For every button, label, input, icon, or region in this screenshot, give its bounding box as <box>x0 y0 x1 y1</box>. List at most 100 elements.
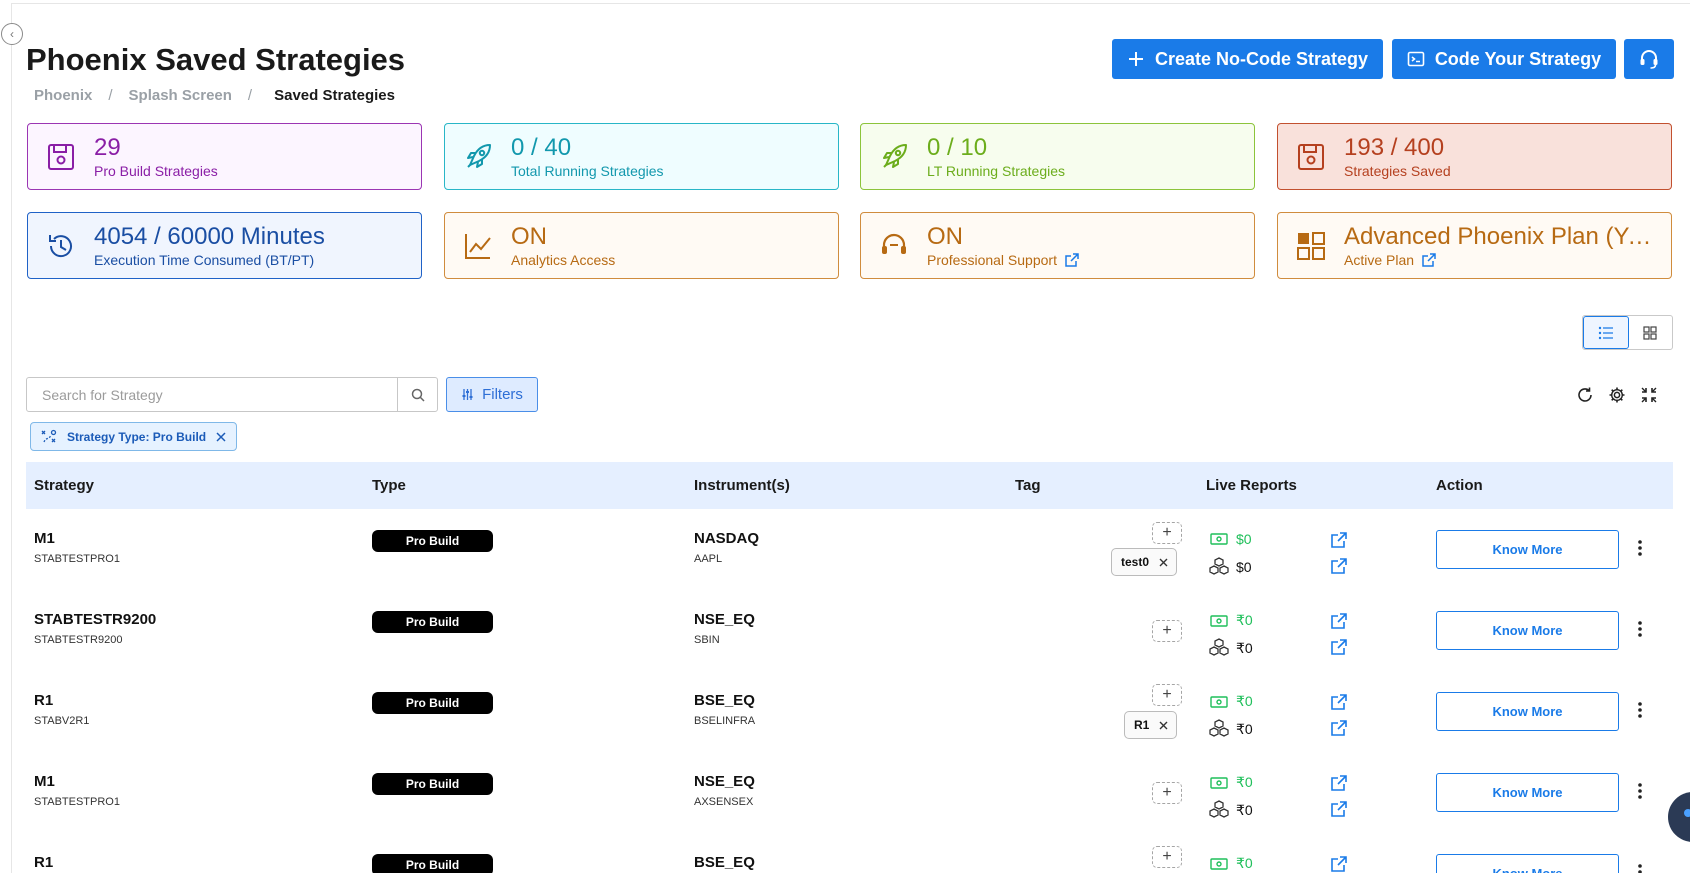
open-live-report-icon[interactable] <box>1331 775 1347 791</box>
more-vertical-icon[interactable] <box>1637 863 1643 873</box>
live-report: $0 <box>1206 531 1252 547</box>
view-toggle <box>1582 315 1673 350</box>
column-header-type[interactable]: Type <box>372 477 406 494</box>
more-vertical-icon[interactable] <box>1637 701 1643 719</box>
tag-label: test0 <box>1121 555 1150 569</box>
create-no-code-strategy-label: Create No-Code Strategy <box>1154 48 1369 69</box>
add-tag-button[interactable]: + <box>1152 684 1182 706</box>
collapse-sidebar-button[interactable]: ‹ <box>1 23 23 45</box>
strategy-code: STABTESTR9200 <box>34 634 123 646</box>
cubes-icon <box>1206 719 1232 739</box>
list-view-button[interactable] <box>1583 316 1629 349</box>
strategy-name[interactable]: R1 <box>34 854 53 871</box>
open-live-report-icon[interactable] <box>1331 613 1347 629</box>
instrument-symbol: AAPL <box>694 553 723 565</box>
remove-tag-close-icon[interactable] <box>1159 558 1168 567</box>
fullscreen-exit-icon[interactable] <box>1640 386 1658 404</box>
instrument-symbol: AXSENSEX <box>694 796 754 808</box>
table-row[interactable]: R1 STABV2R1 Pro Build BSE_EQ BSELINFRA +… <box>26 671 1673 752</box>
plus-icon: + <box>1162 622 1172 639</box>
know-more-button[interactable]: Know More <box>1436 854 1619 873</box>
strategy-code: STABTESTPRO1 <box>34 553 120 565</box>
know-more-button[interactable]: Know More <box>1436 692 1619 731</box>
filters-button[interactable]: Filters <box>446 377 538 412</box>
add-tag-button[interactable]: + <box>1152 620 1182 642</box>
open-report-icon[interactable] <box>1331 720 1347 736</box>
table-tools <box>1576 386 1658 404</box>
table-row[interactable]: R1 Pro Build BSE_EQ + ₹0 Know More <box>26 833 1673 873</box>
search-icon <box>411 388 425 402</box>
plus-icon: + <box>1162 686 1172 703</box>
headset-icon <box>861 231 927 261</box>
live-report: ₹0 <box>1206 855 1253 872</box>
table-row[interactable]: M1 STABTESTPRO1 Pro Build NSE_EQ AXSENSE… <box>26 752 1673 833</box>
page-title: Phoenix Saved Strategies <box>26 42 406 77</box>
table-row[interactable]: STABTESTR9200 STABTESTR9200 Pro Build NS… <box>26 590 1673 671</box>
more-vertical-icon[interactable] <box>1637 539 1643 557</box>
add-tag-button[interactable]: + <box>1152 846 1182 868</box>
sliders-icon <box>462 389 473 400</box>
know-more-button[interactable]: Know More <box>1436 530 1619 569</box>
column-header-tag[interactable]: Tag <box>1015 477 1041 494</box>
remove-filter-close-icon[interactable] <box>216 431 226 442</box>
know-more-button[interactable]: Know More <box>1436 773 1619 812</box>
add-tag-button[interactable]: + <box>1152 522 1182 544</box>
strategy-name[interactable]: R1 <box>34 692 53 709</box>
open-report-icon[interactable] <box>1331 558 1347 574</box>
breadcrumb-splash-screen[interactable]: Splash Screen <box>129 87 232 104</box>
open-report-icon[interactable] <box>1331 801 1347 817</box>
settings-gear-icon[interactable] <box>1608 386 1626 404</box>
breadcrumb-phoenix[interactable]: Phoenix <box>34 87 92 104</box>
strategy-name[interactable]: M1 <box>34 530 55 547</box>
open-live-report-icon[interactable] <box>1331 532 1347 548</box>
type-badge: Pro Build <box>372 611 493 633</box>
type-badge: Pro Build <box>372 854 493 873</box>
live-amount: ₹0 <box>1236 612 1253 628</box>
cash-icon <box>1206 614 1232 627</box>
grid-icon <box>1643 325 1657 340</box>
refresh-icon[interactable] <box>1576 386 1594 404</box>
strategy-name[interactable]: M1 <box>34 773 55 790</box>
cash-icon <box>1206 776 1232 789</box>
create-no-code-strategy-button[interactable]: Create No-Code Strategy <box>1112 39 1383 79</box>
code-your-strategy-button[interactable]: Code Your Strategy <box>1392 39 1616 79</box>
support-button[interactable] <box>1624 39 1674 79</box>
stat-label: Execution Time Consumed (BT/PT) <box>94 251 315 268</box>
plus-icon: + <box>1162 848 1172 865</box>
external-link-icon[interactable] <box>1065 252 1079 267</box>
open-live-report-icon[interactable] <box>1331 694 1347 710</box>
column-header-live-reports[interactable]: Live Reports <box>1206 477 1297 494</box>
history-icon <box>28 230 94 262</box>
stat-label: Pro Build Strategies <box>94 162 218 179</box>
cash-icon <box>1206 857 1232 870</box>
cubes-icon <box>1206 800 1232 820</box>
top-divider <box>11 3 1690 4</box>
external-link-icon[interactable] <box>1422 252 1436 267</box>
other-amount: ₹0 <box>1236 639 1253 656</box>
grid-view-button[interactable] <box>1629 316 1673 349</box>
know-more-button[interactable]: Know More <box>1436 611 1619 650</box>
other-amount: ₹0 <box>1236 720 1253 737</box>
open-report-icon[interactable] <box>1331 639 1347 655</box>
chevron-left-icon: ‹ <box>10 27 14 41</box>
strategy-name[interactable]: STABTESTR9200 <box>34 611 156 628</box>
list-icon <box>1598 326 1613 339</box>
table-row[interactable]: M1 STABTESTPRO1 Pro Build NASDAQ AAPL + … <box>26 509 1673 590</box>
active-filter-label: Strategy Type: Pro Build <box>67 429 207 444</box>
column-header-action[interactable]: Action <box>1436 477 1483 494</box>
stat-value: Advanced Phoenix Plan (Yearly) <box>1344 223 1664 250</box>
add-tag-button[interactable]: + <box>1152 782 1182 804</box>
search-input[interactable] <box>26 377 398 412</box>
remove-tag-close-icon[interactable] <box>1159 721 1168 730</box>
open-live-report-icon[interactable] <box>1331 856 1347 872</box>
search-button[interactable] <box>397 377 438 412</box>
more-vertical-icon[interactable] <box>1637 620 1643 638</box>
type-badge: Pro Build <box>372 692 493 714</box>
column-header-strategy[interactable]: Strategy <box>34 477 94 494</box>
more-vertical-icon[interactable] <box>1637 782 1643 800</box>
stat-value: 193 / 400 <box>1344 134 1445 161</box>
column-header-instruments[interactable]: Instrument(s) <box>694 477 790 494</box>
terminal-icon <box>1407 51 1425 67</box>
active-filter-chip: Strategy Type: Pro Build <box>30 422 238 451</box>
tag-label: R1 <box>1134 718 1150 732</box>
